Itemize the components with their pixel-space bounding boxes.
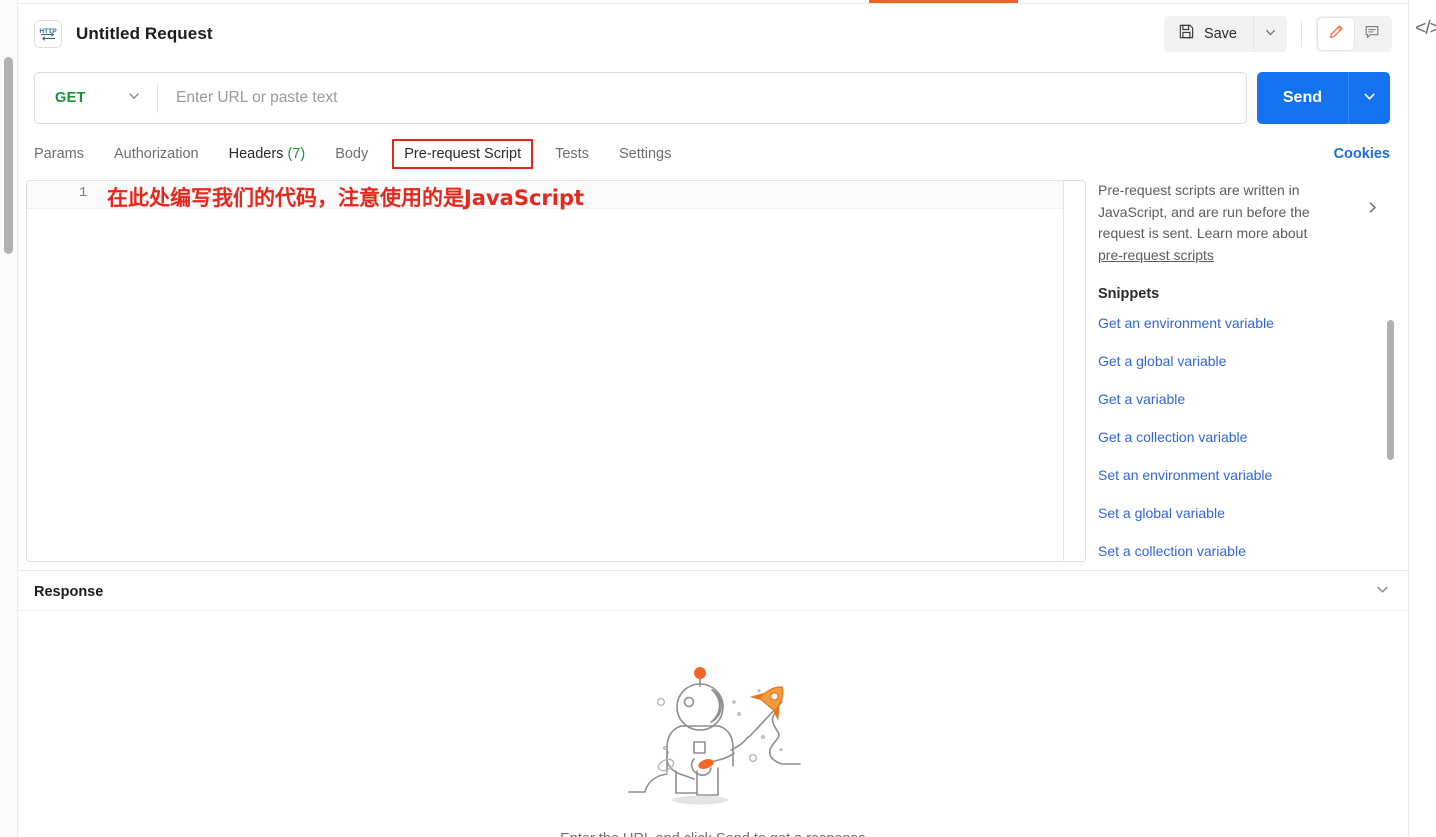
tab-pre-request-script-label: Pre-request Script [404,146,522,162]
tab-body-label: Body [335,146,369,162]
request-tabs: Params Authorization Headers (7) Body Pr… [34,136,1390,172]
snippet-item[interactable]: Get an environment variable [1098,315,1408,331]
pre-request-script-editor[interactable]: 1 在此处编写我们的代码，注意使用的是JavaScript [26,180,1086,562]
response-empty-state: Enter the URL and click Send to get a re… [18,640,1408,837]
snippets-heading: Snippets [1098,286,1160,302]
tab-headers[interactable]: Headers (7) [229,140,306,168]
url-input-container: GET [34,72,1247,124]
editor-right-strip [1063,181,1085,561]
send-button-group: Send [1256,72,1390,124]
tab-params-label: Params [34,146,84,162]
tab-headers-label: Headers [228,146,284,162]
tab-authorization-label: Authorization [113,146,199,162]
request-title[interactable]: Untitled Request [76,24,213,44]
tab-pre-request-script[interactable]: Pre-request Script [392,139,534,169]
help-description-text: Pre-request scripts are written in JavaS… [1098,182,1310,241]
left-scrollbar-thumb[interactable] [4,57,13,254]
save-button-label: Save [1203,25,1237,42]
snippet-item[interactable]: Set a collection variable [1098,543,1408,559]
snippets-scrollbar-thumb[interactable] [1387,320,1394,460]
chevron-down-icon [1375,584,1390,601]
tab-tests[interactable]: Tests [555,140,589,168]
url-bar-row: GET Send [34,72,1390,124]
edit-request-button[interactable] [1318,17,1354,50]
postman-request-window: HTTP Untitled Request Save GET Enter URL… [0,0,1436,837]
tab-settings-label: Settings [618,146,672,162]
view-toggle-group [1316,15,1392,52]
tab-tests-label: Tests [555,146,589,162]
comments-button[interactable] [1354,18,1390,50]
tab-settings[interactable]: Settings [619,140,671,168]
snippet-item[interactable]: Get a variable [1098,391,1408,407]
response-title: Response [34,584,104,600]
header-divider [1301,20,1302,47]
response-empty-caption: Enter the URL and click Send to get a re… [560,831,866,837]
pre-request-scripts-link[interactable]: pre-request scripts [1098,247,1214,263]
script-help-panel: Pre-request scripts are written in JavaS… [1098,180,1408,562]
annotation-text: 在此处编写我们的代码，注意使用的是JavaScript [107,186,585,210]
save-button[interactable]: Save [1163,15,1253,52]
save-options-caret-button[interactable] [1253,15,1287,52]
tab-headers-count: (7) [287,146,306,162]
save-button-group: Save [1163,15,1287,52]
tab-authorization[interactable]: Authorization [114,140,199,168]
pencil-icon [1327,23,1345,44]
response-header-divider [18,610,1408,611]
http-method-select[interactable]: GET [35,73,157,123]
editor-line-number: 1 [79,186,88,201]
response-collapse-button[interactable] [1375,582,1390,602]
url-input[interactable] [158,73,1246,123]
header-actions: Save [1163,15,1392,52]
cookies-link[interactable]: Cookies [1334,146,1390,162]
astronaut-with-rocket-illustration [618,640,808,815]
http-protocol-icon: HTTP [34,19,62,48]
snippet-item[interactable]: Set an environment variable [1098,467,1408,483]
chevron-down-icon [1264,26,1277,42]
chevron-right-icon [1365,202,1380,219]
left-scrollbar-gutter [0,0,18,837]
help-description: Pre-request scripts are written in JavaS… [1098,180,1333,266]
tab-params[interactable]: Params [34,140,84,168]
expand-panel-button[interactable] [1365,200,1380,220]
snippet-item[interactable]: Get a global variable [1098,353,1408,369]
comment-icon [1363,23,1381,44]
chevron-down-icon [1362,89,1377,107]
response-header: Response [34,578,1390,606]
send-options-caret-button[interactable] [1348,72,1390,124]
snippet-item[interactable]: Get a collection variable [1098,429,1408,445]
chevron-down-icon [127,89,141,108]
tab-body[interactable]: Body [335,140,368,168]
snippets-list: Get an environment variable Get a global… [1098,315,1408,559]
snippet-item[interactable]: Set a global variable [1098,505,1408,521]
request-header-bar: HTTP Untitled Request Save [18,4,1408,63]
floppy-disk-icon [1178,23,1195,44]
svg-text:HTTP: HTTP [39,28,57,35]
response-top-divider [18,570,1408,571]
http-method-label: GET [55,90,86,106]
right-sidebar-rail: </> [1408,0,1436,837]
send-button[interactable]: Send [1257,72,1348,124]
code-icon[interactable]: </> [1415,18,1436,40]
